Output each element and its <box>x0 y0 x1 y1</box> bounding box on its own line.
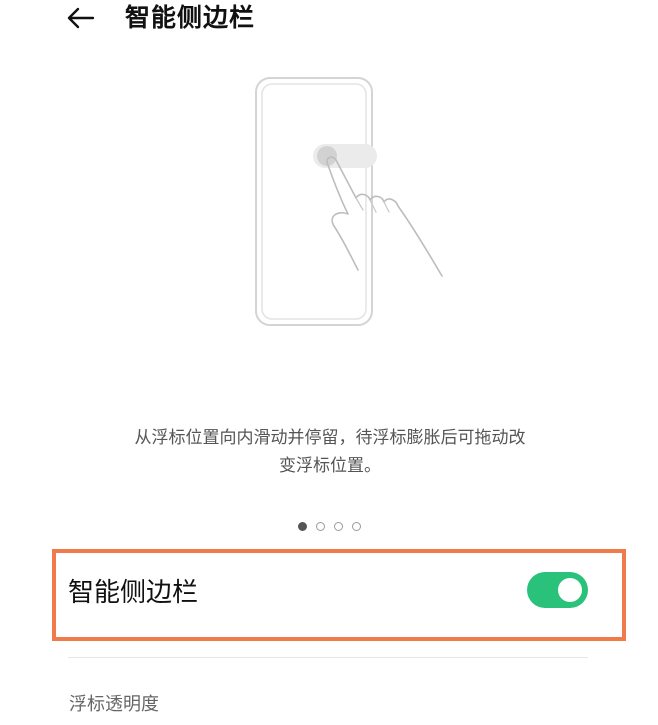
back-button[interactable] <box>58 0 102 36</box>
toggle-knob <box>558 578 582 602</box>
float-transparency-label[interactable]: 浮标透明度 <box>69 691 159 719</box>
smart-sidebar-toggle[interactable] <box>527 572 588 608</box>
arrow-left-icon <box>67 7 95 29</box>
page-dot-4[interactable] <box>351 522 361 531</box>
description-line-1: 从浮标位置向内滑动并停留，待浮标膨胀后可拖动改 <box>134 428 526 448</box>
header: 智能侧边栏 <box>0 0 658 44</box>
description-line-2: 变浮标位置。 <box>279 456 381 476</box>
phone-swipe-gesture-illustration <box>230 70 460 340</box>
page-dot-3[interactable] <box>333 522 343 531</box>
page-title: 智能侧边栏 <box>125 3 256 32</box>
setting-label: 智能侧边栏 <box>68 578 199 608</box>
smart-sidebar-setting-row[interactable]: 智能侧边栏 <box>56 553 622 637</box>
divider <box>68 657 588 658</box>
smart-sidebar-settings-page: 智能侧边栏 从浮标位置向内滑动并停留，待浮标膨胀后可拖动改 变浮标位置。 智能侧… <box>0 0 658 725</box>
page-dot-1[interactable] <box>297 522 307 531</box>
page-dot-2[interactable] <box>315 522 325 531</box>
page-indicator <box>0 522 658 531</box>
gesture-description: 从浮标位置向内滑动并停留，待浮标膨胀后可拖动改 变浮标位置。 <box>80 424 580 480</box>
